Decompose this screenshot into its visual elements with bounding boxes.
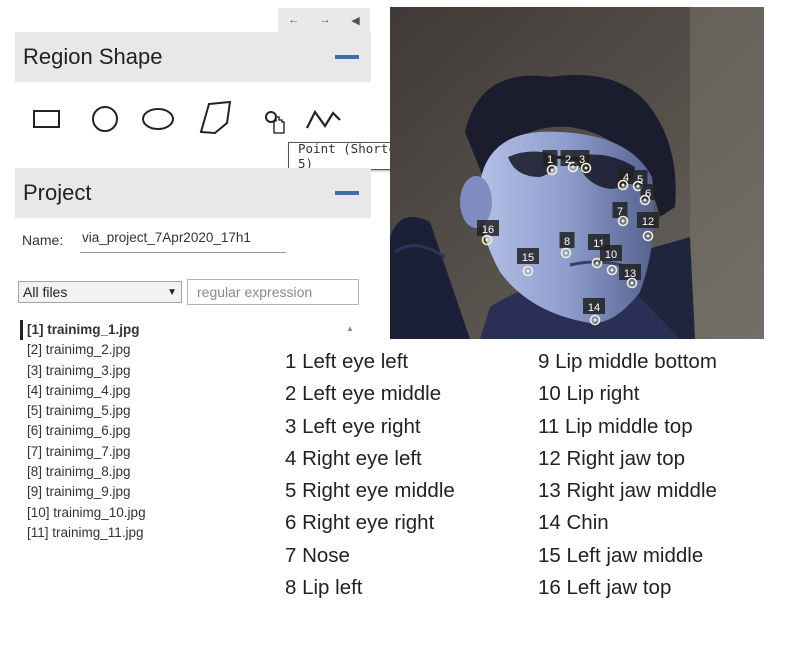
legend-item: 7 Nose: [285, 543, 350, 567]
legend-item: 6 Right eye right: [285, 511, 435, 535]
scroll-up-icon[interactable]: ▲: [343, 321, 357, 335]
legend-item: 3 Left eye right: [285, 414, 421, 438]
legend-item: 14 Chin: [538, 511, 609, 535]
ellipse-icon[interactable]: [140, 106, 176, 132]
landmark-point-center: [630, 281, 634, 285]
list-item[interactable]: [1] trainimg_1.jpg: [20, 320, 362, 341]
landmark-label: 16: [482, 224, 494, 236]
legend-item: 4 Right eye left: [285, 446, 422, 470]
landmark-point-center: [643, 198, 647, 202]
toggle-panel-icon[interactable]: ◀: [351, 14, 359, 27]
circle-icon[interactable]: [90, 104, 120, 134]
legend-item: 15 Left jaw middle: [538, 543, 704, 567]
legend-column-right: 9 Lip middle bottom 10 Lip right 11 Lip …: [538, 346, 717, 604]
legend-item: 10 Lip right: [538, 382, 640, 406]
shape-toolbar: [22, 96, 352, 146]
legend-item: 2 Left eye middle: [285, 382, 442, 406]
landmark-label: 1: [547, 154, 553, 166]
landmark-point-center: [636, 184, 640, 188]
landmark-label: 10: [605, 249, 617, 261]
project-header[interactable]: Project: [15, 168, 371, 218]
legend-item: 9 Lip middle bottom: [538, 350, 717, 373]
landmark-point-center: [550, 168, 554, 172]
landmark-label: 15: [522, 252, 534, 264]
file-filter-select[interactable]: All files ▼: [18, 281, 182, 303]
dropdown-arrow-icon: ▼: [167, 286, 177, 298]
rectangle-icon[interactable]: [32, 108, 62, 130]
legend-item: 12 Right jaw top: [538, 446, 686, 470]
nav-arrows: ← → ◀: [278, 8, 370, 32]
landmark-point-center: [584, 166, 588, 170]
regex-filter-input[interactable]: regular expression: [187, 279, 359, 305]
project-name-label: Name:: [22, 232, 64, 248]
landmark-label: 14: [588, 302, 600, 314]
prev-arrow-icon[interactable]: ←: [288, 14, 299, 26]
polygon-icon[interactable]: [197, 99, 235, 137]
landmark-label: 6: [645, 188, 651, 200]
legend-item: 13 Right jaw middle: [538, 479, 717, 503]
point-icon[interactable]: [262, 108, 292, 138]
collapse-icon[interactable]: [335, 55, 359, 59]
landmark-label: 8: [564, 236, 570, 248]
region-shape-header[interactable]: Region Shape: [15, 32, 371, 82]
landmark-point-center: [610, 268, 614, 272]
landmark-label: 12: [642, 216, 654, 228]
landmark-point-center: [621, 183, 625, 187]
legend-item: 8 Lip left: [285, 576, 363, 600]
landmark-point-center: [526, 269, 530, 273]
landmark-point-center: [621, 219, 625, 223]
region-shape-title: Region Shape: [23, 44, 163, 69]
legend-item: 1 Left eye left: [285, 350, 409, 373]
landmark-point-center: [571, 165, 575, 169]
next-arrow-icon[interactable]: →: [320, 14, 331, 26]
file-filter-value: All files: [23, 284, 68, 300]
legend-column-left: 1 Left eye left 2 Left eye middle 3 Left…: [285, 346, 455, 604]
legend-item: 16 Left jaw top: [538, 576, 672, 600]
collapse-icon[interactable]: [335, 191, 359, 195]
annotated-face-image[interactable]: 1 2 3 4 5 6 7 12 16 8 11 10 13 15 14: [390, 7, 764, 339]
polyline-icon[interactable]: [304, 106, 344, 132]
landmark-point-center: [485, 238, 489, 242]
legend-item: 11 Lip middle top: [538, 414, 693, 438]
legend-item: 5 Right eye middle: [285, 479, 455, 503]
project-title: Project: [23, 180, 92, 205]
landmark-point-center: [595, 261, 599, 265]
landmark-point-center: [646, 234, 650, 238]
landmark-point-center: [593, 318, 597, 322]
landmark-point-center: [564, 251, 568, 255]
project-name-input[interactable]: via_project_7Apr2020_17h1: [80, 230, 286, 253]
